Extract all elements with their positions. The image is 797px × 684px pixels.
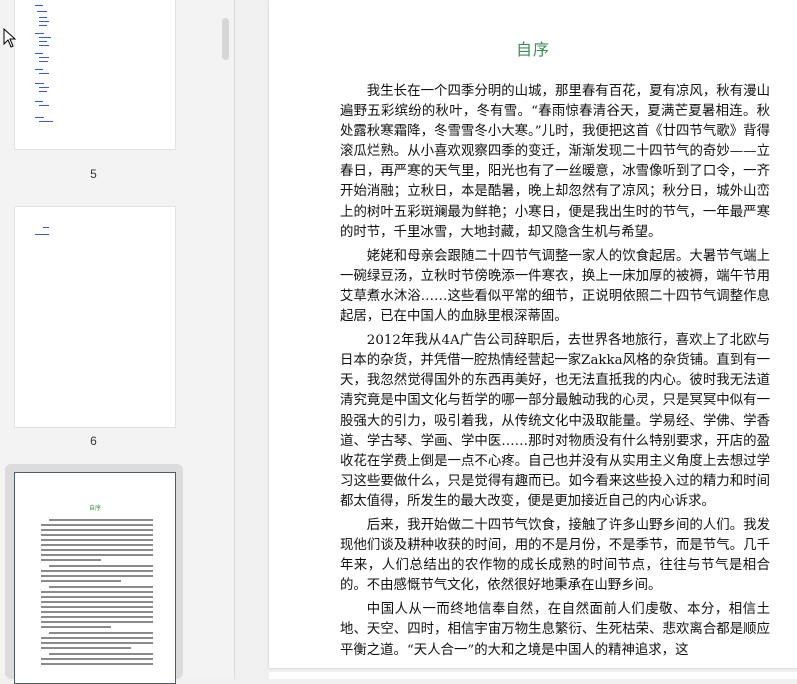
document-body: 我生长在一个四季分明的山城，那里春有百花，夏有凉风，秋有漫山遍野五彩缤纷的秋叶，… (340, 82, 770, 665)
paragraph: 中国人从一而终地信奉自然，在自然面前人们虔敬、本分，相信土地、天空、四时，相信宇… (340, 602, 770, 658)
paragraph: 后来，我开始做二十四节气饮食，接触了许多山野乡间的人们。我发现他们谈及耕种收获的… (340, 517, 770, 594)
sidebar-scrollbar[interactable] (222, 18, 229, 60)
paragraph: 2012年我从4A广告公司辞职后，去世界各地旅行，喜欢上了北欧与日本的杂货，并凭… (340, 333, 770, 509)
paragraph: 姥姥和母亲会跟随二十四节气调整一家人的饮食起居。大暑节气端上一碗绿豆汤，立秋时节… (340, 248, 770, 325)
thumbnail-sidebar: 5 6 自序 (0, 0, 234, 684)
next-page-edge (269, 672, 797, 679)
document-page: 自序 我生长在一个四季分明的山城，那里春有百花，夏有凉风，秋有漫山遍野五彩缤纷的… (269, 0, 797, 668)
sidebar-divider (234, 0, 235, 679)
thumbnail-label-5: 5 (90, 167, 97, 181)
thumbnail-preview-title: 自序 (89, 505, 102, 512)
page-title: 自序 (515, 40, 550, 59)
mouse-cursor-icon (3, 28, 17, 48)
paragraph: 我生长在一个四季分明的山城，那里春有百花，夏有凉风，秋有漫山遍野五彩缤纷的秋叶，… (340, 84, 770, 240)
thumbnail-page-5[interactable] (14, 0, 176, 150)
thumbnail-page-current[interactable]: 自序 (14, 472, 176, 684)
thumbnail-label-6: 6 (90, 434, 97, 448)
thumbnail-page-6[interactable] (14, 206, 176, 428)
